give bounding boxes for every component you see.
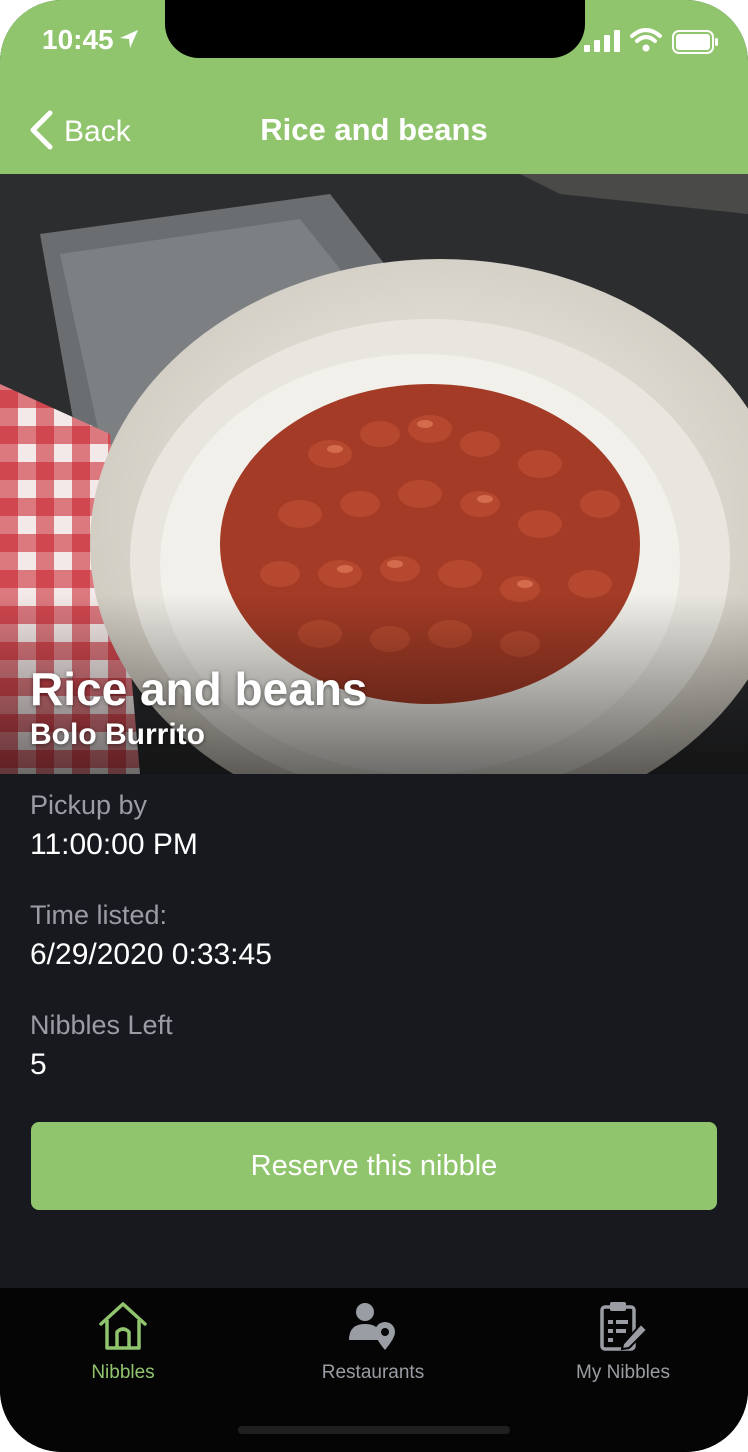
pickup-label: Pickup by [30,790,148,820]
nibbles-left-label: Nibbles Left [30,1010,173,1040]
tab-nibbles[interactable]: Nibbles [23,1298,223,1398]
tab-restaurants[interactable]: Restaurants [273,1298,473,1398]
tab-label-restaurants: Restaurants [321,1362,425,1383]
item-details: Pickup by 11:00:00 PM Time listed: 6/29/… [30,790,720,1120]
battery-icon [672,30,720,59]
clipboard-edit-icon [597,1298,649,1354]
page-title: Rice and beans [260,112,488,147]
phone-screen: 10:45 Back Rice and beans Rice and beans… [0,0,748,1452]
user-location-icon [347,1298,399,1354]
tab-label-nibbles: Nibbles [91,1362,155,1383]
item-title: Rice and beans [30,663,368,715]
food-photo: Rice and beans Bolo Burrito [0,174,748,774]
nibbles-left-value: 5 [30,1048,47,1081]
tab-label-my-nibbles: My Nibbles [576,1362,670,1383]
wifi-icon [630,28,662,57]
quantity-info: Nibbles Left 5 [30,1010,720,1088]
pickup-info: Pickup by 11:00:00 PM [30,790,720,868]
restaurant-name: Bolo Burrito [30,718,205,751]
header-bar: 10:45 Back Rice and beans [0,0,748,174]
listed-info: Time listed: 6/29/2020 0:33:45 [30,900,720,978]
cellular-signal-icon [584,30,622,57]
time-listed-value: 6/29/2020 0:33:45 [30,938,272,971]
reserve-button[interactable]: Reserve this nibble [31,1122,717,1210]
location-arrow-icon [118,28,140,55]
time-listed-label: Time listed: [30,900,168,930]
status-time: 10:45 [42,24,114,55]
home-icon [97,1298,149,1354]
tab-my-nibbles[interactable]: My Nibbles [523,1298,723,1398]
home-indicator [238,1426,510,1434]
device-notch [165,0,585,58]
tab-bar: Nibbles Restaurants My Nibbles [0,1288,748,1452]
pickup-value: 11:00:00 PM [30,828,198,861]
